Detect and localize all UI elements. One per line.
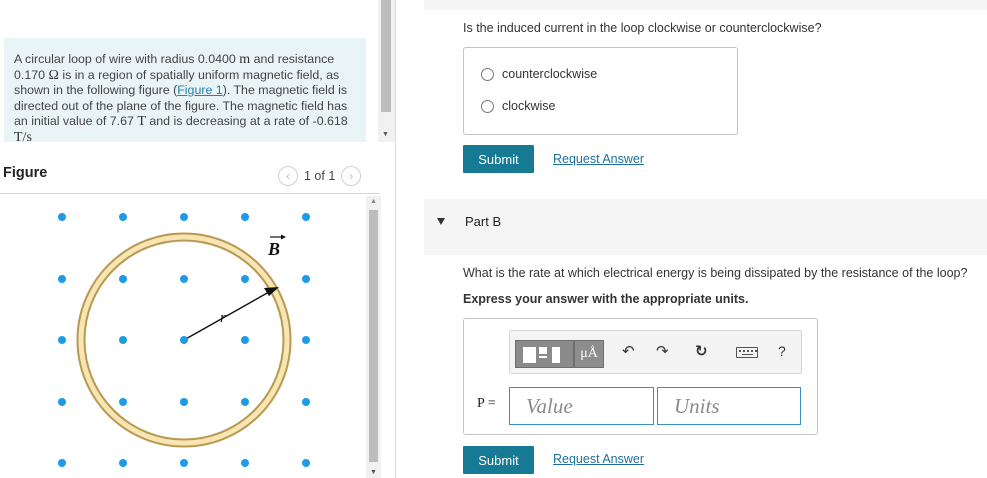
field-dot [302,459,310,467]
unit-m: m [239,52,251,67]
scroll-down-icon[interactable]: ▼ [370,469,377,476]
field-dot [241,398,249,406]
answer-box: μÅ ↶ ↷ ↻ ? P = Value Units [463,318,818,435]
field-dot [241,336,249,344]
reset-icon[interactable]: ↻ [695,342,708,360]
field-dot [180,275,188,283]
prev-figure-button[interactable]: ‹ [278,166,298,186]
variable-label: P = [477,396,496,411]
field-dot [302,398,310,406]
b-field-label: B [267,239,280,259]
collapse-triangle-icon[interactable] [437,218,445,225]
part-b-instruction: Express your answer with the appropriate… [463,292,749,306]
radio-button[interactable] [481,99,494,113]
problem-statement: A circular loop of wire with radius 0.04… [4,38,366,142]
option-label: clockwise [502,99,556,113]
field-dot [302,336,310,344]
option-counterclockwise[interactable]: counterclockwise [481,67,597,81]
page: A circular loop of wire with radius 0.04… [0,0,987,478]
field-dot [58,336,66,344]
units-icon: μÅ [580,346,598,361]
field-dot [119,213,127,221]
problem-text: and is decreasing at a rate of -0.618 [149,114,348,129]
problem-scrollbar[interactable]: ▼ [378,0,395,142]
part-a-header-band [424,0,987,10]
next-figure-button[interactable]: › [341,166,362,186]
field-dot [58,213,66,221]
value-input[interactable]: Value [509,387,654,425]
field-dot [58,275,66,283]
field-dot [119,336,127,344]
field-dot [119,459,127,467]
part-b-header[interactable] [424,199,987,255]
figure-header: Figure ‹ 1 of 1 › [0,160,380,194]
part-b-submit-button[interactable]: Submit [463,446,534,474]
part-b-request-answer-link[interactable]: Request Answer [553,452,644,466]
field-dot [58,398,66,406]
figure-canvas: r B [0,195,366,478]
scroll-thumb[interactable] [369,210,378,462]
part-a-question: Is the induced current in the loop clock… [463,21,822,35]
field-dot [302,213,310,221]
part-b-title[interactable]: Part B [465,214,501,229]
radio-button[interactable] [481,67,494,81]
vector-arrow-head [281,234,286,240]
figure-title: Figure [3,165,48,181]
field-dot [241,459,249,467]
chevron-left-icon: ‹ [286,169,290,183]
field-dot [119,275,127,283]
unit-t-per-s: T/s [14,129,32,142]
radius-line [183,291,270,341]
center-dot [180,336,188,344]
templates-button[interactable] [515,340,574,368]
figure-link[interactable]: Figure 1 [177,83,222,97]
units-button[interactable]: μÅ [574,340,604,368]
option-clockwise[interactable]: clockwise [481,99,556,113]
pager-text: 1 of 1 [304,169,336,183]
problem-text: A circular loop of wire with radius 0.04… [14,52,236,66]
unit-ohm: Ω [48,67,59,83]
field-dot [241,275,249,283]
field-dot [180,398,188,406]
field-dot [302,275,310,283]
part-a-request-answer-link[interactable]: Request Answer [553,152,644,166]
pane-divider[interactable] [395,0,396,478]
field-dot [119,398,127,406]
magnetic-field-figure: r B [58,213,310,467]
units-input[interactable]: Units [657,387,801,425]
unit-t: T [137,114,146,130]
math-toolbar: μÅ ↶ ↷ ↻ ? [509,330,802,374]
chevron-right-icon: › [349,169,354,183]
figure-pager: ‹ 1 of 1 › [278,166,362,186]
templates-icon [523,347,560,363]
scroll-thumb[interactable] [381,0,391,112]
figure-scrollbar[interactable]: ▲ ▼ [366,196,381,478]
field-dot [180,459,188,467]
scroll-down-icon[interactable]: ▼ [382,131,389,138]
help-icon[interactable]: ? [778,343,786,359]
part-a-submit-button[interactable]: Submit [463,145,534,173]
field-dot [180,213,188,221]
choices-group: counterclockwise clockwise [463,47,738,135]
option-label: counterclockwise [502,67,598,81]
keyboard-icon[interactable] [736,347,758,358]
scroll-up-icon[interactable]: ▲ [370,198,377,205]
radius-label: r [220,310,226,326]
part-b-question: What is the rate at which electrical ene… [463,266,968,280]
field-dot [241,213,249,221]
undo-icon[interactable]: ↶ [622,342,635,360]
field-dot [58,459,66,467]
redo-icon[interactable]: ↷ [656,342,669,360]
